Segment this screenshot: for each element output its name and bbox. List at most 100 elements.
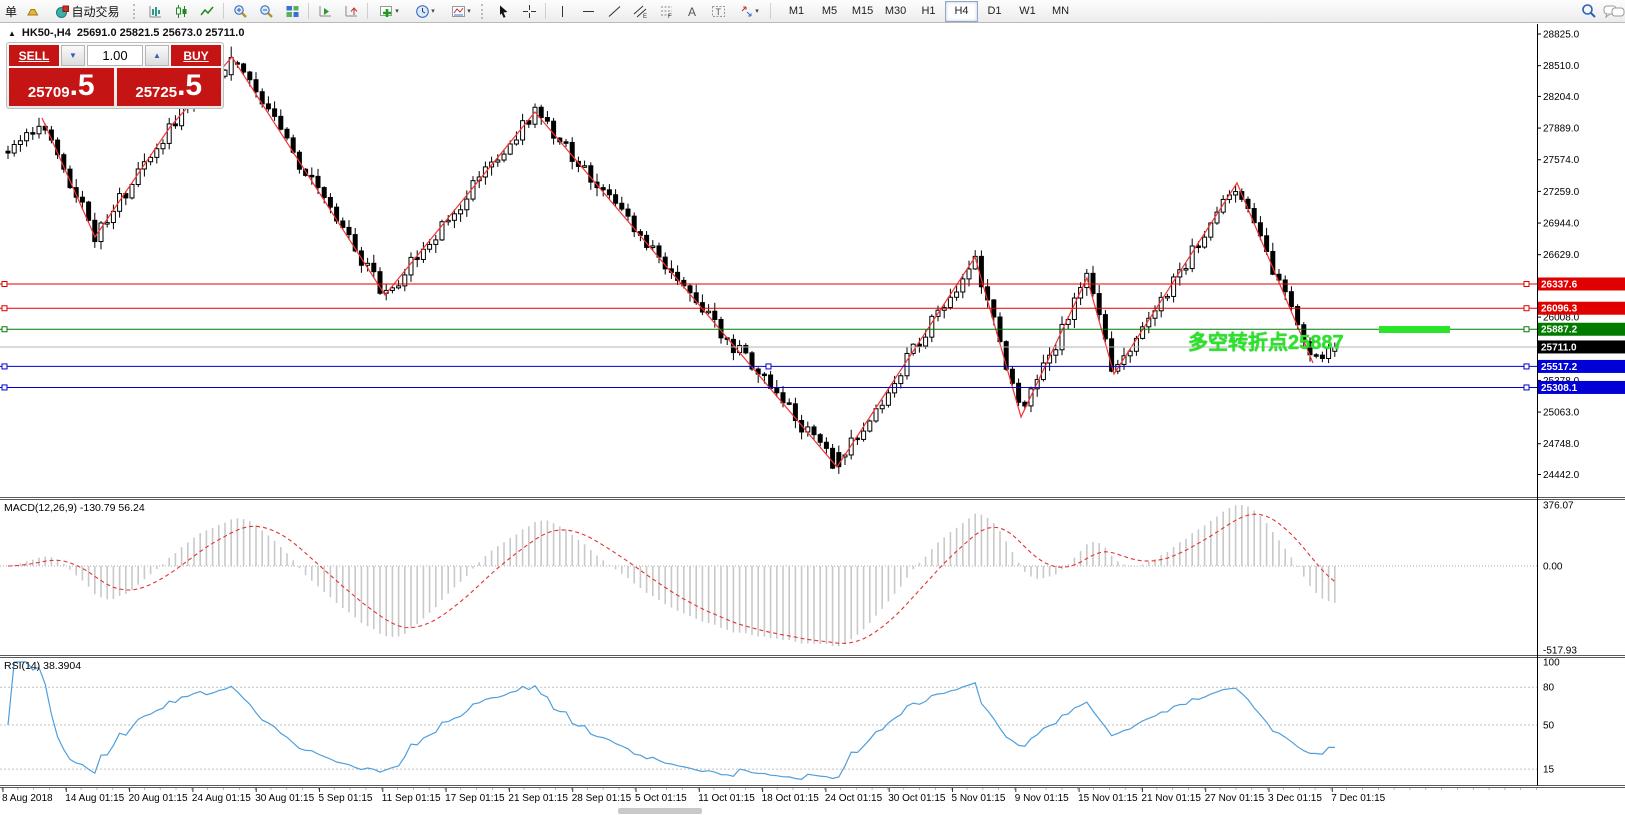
- auto-trading-icon: [55, 4, 70, 19]
- horizontal-line-icon: [581, 4, 596, 19]
- volume-input[interactable]: [87, 45, 143, 66]
- periods-button[interactable]: ▾: [407, 1, 443, 22]
- symbol-ohlc: 25691.0 25821.5 25673.0 25711.0: [77, 27, 245, 39]
- hline-handle[interactable]: [1524, 306, 1529, 311]
- turning-point-annotation[interactable]: 多空转折点25887: [1188, 326, 1344, 355]
- line-chart-button[interactable]: [194, 1, 220, 22]
- sell-button[interactable]: SELL: [9, 45, 59, 66]
- chart-canvas[interactable]: 28825.028510.028204.027889.027574.027259…: [0, 0, 1625, 815]
- auto-trading-label: 自动交易: [72, 3, 120, 20]
- tile-windows-icon: [285, 4, 300, 19]
- sell-price-box[interactable]: 25709 .5: [9, 68, 114, 106]
- svg-text:30 Oct 01:15: 30 Oct 01:15: [888, 793, 946, 804]
- timeframe-d1[interactable]: D1: [978, 1, 1011, 22]
- periods-dropdown-caret[interactable]: ▾: [431, 7, 435, 15]
- zoom-out-icon: [259, 4, 274, 19]
- hline-handle[interactable]: [2, 327, 7, 332]
- svg-text:25711.0: 25711.0: [1541, 342, 1577, 353]
- zoom-in-button[interactable]: [227, 1, 253, 22]
- auto-trading-button[interactable]: 自动交易: [45, 1, 131, 22]
- bar-chart-button[interactable]: [142, 1, 168, 22]
- sell-price-int: 25709: [28, 84, 70, 101]
- candlestick-chart-button[interactable]: [168, 1, 194, 22]
- fibonacci-icon: F: [659, 4, 674, 19]
- templates-button[interactable]: ▾: [443, 1, 479, 22]
- volume-up-button[interactable]: ▲: [145, 45, 169, 66]
- timeframe-m1[interactable]: M1: [780, 1, 813, 22]
- macd-histogram: [8, 505, 1335, 646]
- indicators-dropdown-caret[interactable]: ▾: [395, 7, 399, 15]
- macd-indicator-header: MACD(12,26,9) -130.79 56.24: [4, 502, 145, 514]
- hline-handle[interactable]: [2, 364, 7, 369]
- svg-text:20 Aug 01:15: 20 Aug 01:15: [129, 793, 188, 804]
- timeframe-h1[interactable]: H1: [912, 1, 945, 22]
- h-scrollbar-thumb[interactable]: [618, 808, 702, 814]
- svg-text:11 Sep 01:15: 11 Sep 01:15: [382, 793, 441, 804]
- toolbar-drag-handle2[interactable]: [481, 4, 486, 19]
- annotation-highlight-line[interactable]: [1379, 326, 1450, 333]
- cursor-icon: [496, 4, 511, 19]
- text-label-icon: T: [711, 4, 726, 19]
- hline-handle[interactable]: [2, 385, 7, 390]
- timeframe-w1[interactable]: W1: [1011, 1, 1044, 22]
- svg-text:5 Oct 01:15: 5 Oct 01:15: [635, 793, 687, 804]
- hline-handle[interactable]: [1524, 327, 1529, 332]
- svg-text:21 Nov 01:15: 21 Nov 01:15: [1141, 793, 1201, 804]
- arrows-dropdown-caret[interactable]: ▾: [755, 7, 759, 15]
- svg-text:27574.0: 27574.0: [1543, 155, 1580, 166]
- svg-text:27259.0: 27259.0: [1543, 187, 1580, 198]
- buy-button[interactable]: BUY: [171, 45, 221, 66]
- hline-handle[interactable]: [1524, 281, 1529, 286]
- hline-handle[interactable]: [1524, 385, 1529, 390]
- timeframe-h4[interactable]: H4: [945, 1, 978, 22]
- timeframe-m15[interactable]: M15: [846, 1, 879, 22]
- timeframe-mn[interactable]: MN: [1044, 1, 1077, 22]
- collapse-arrow-icon[interactable]: ▲: [8, 29, 16, 38]
- arrows-button[interactable]: ▾: [731, 1, 767, 22]
- hline-handle[interactable]: [2, 281, 7, 286]
- hline-handle[interactable]: [766, 364, 771, 369]
- sell-price-frac: .5: [70, 69, 95, 103]
- order-button-fragment[interactable]: 单: [5, 3, 17, 20]
- timeframe-m5[interactable]: M5: [813, 1, 846, 22]
- indicators-button[interactable]: ▾: [371, 1, 407, 22]
- top-toolbar: 单 自动交易 ▾ ▾ ▾: [0, 0, 1625, 23]
- cursor-button[interactable]: [490, 1, 516, 22]
- text-icon: A: [685, 4, 700, 19]
- svg-text:E: E: [643, 14, 647, 19]
- svg-text:25887.2: 25887.2: [1541, 325, 1578, 336]
- volume-down-button[interactable]: ▼: [61, 45, 85, 66]
- svg-text:26629.0: 26629.0: [1543, 250, 1580, 261]
- zigzag-line[interactable]: [42, 57, 1313, 467]
- svg-text:15: 15: [1543, 765, 1555, 776]
- chart-shift-button[interactable]: [338, 1, 364, 22]
- svg-text:3 Dec 01:15: 3 Dec 01:15: [1268, 793, 1322, 804]
- text-button[interactable]: A: [679, 1, 705, 22]
- timeframe-bar: M1M5M15M30H1H4D1W1MN: [780, 1, 1077, 22]
- rsi-line: [8, 662, 1335, 779]
- search-button[interactable]: [1576, 1, 1602, 22]
- equidistant-channel-button[interactable]: E: [627, 1, 653, 22]
- fibonacci-button[interactable]: F: [653, 1, 679, 22]
- buy-price-box[interactable]: 25725 .5: [117, 68, 222, 106]
- text-label-button[interactable]: T: [705, 1, 731, 22]
- horizontal-line-button[interactable]: [575, 1, 601, 22]
- crosshair-button[interactable]: [516, 1, 542, 22]
- chat-button[interactable]: [1602, 1, 1625, 22]
- timeframe-m30[interactable]: M30: [879, 1, 912, 22]
- svg-text:100: 100: [1543, 658, 1560, 669]
- zoom-out-button[interactable]: [253, 1, 279, 22]
- trend-line-button[interactable]: [601, 1, 627, 22]
- svg-text:24 Oct 01:15: 24 Oct 01:15: [825, 793, 883, 804]
- trend-line-icon: [607, 4, 622, 19]
- candlestick-icon: [174, 4, 189, 19]
- new-order-button[interactable]: [19, 1, 45, 22]
- hline-handle[interactable]: [1524, 364, 1529, 369]
- hline-handle[interactable]: [2, 306, 7, 311]
- toolbar-drag-handle[interactable]: [133, 4, 138, 19]
- vertical-line-button[interactable]: [549, 1, 575, 22]
- tile-windows-button[interactable]: [279, 1, 305, 22]
- svg-text:24442.0: 24442.0: [1543, 470, 1580, 481]
- templates-dropdown-caret[interactable]: ▾: [467, 7, 471, 15]
- auto-scroll-button[interactable]: [312, 1, 338, 22]
